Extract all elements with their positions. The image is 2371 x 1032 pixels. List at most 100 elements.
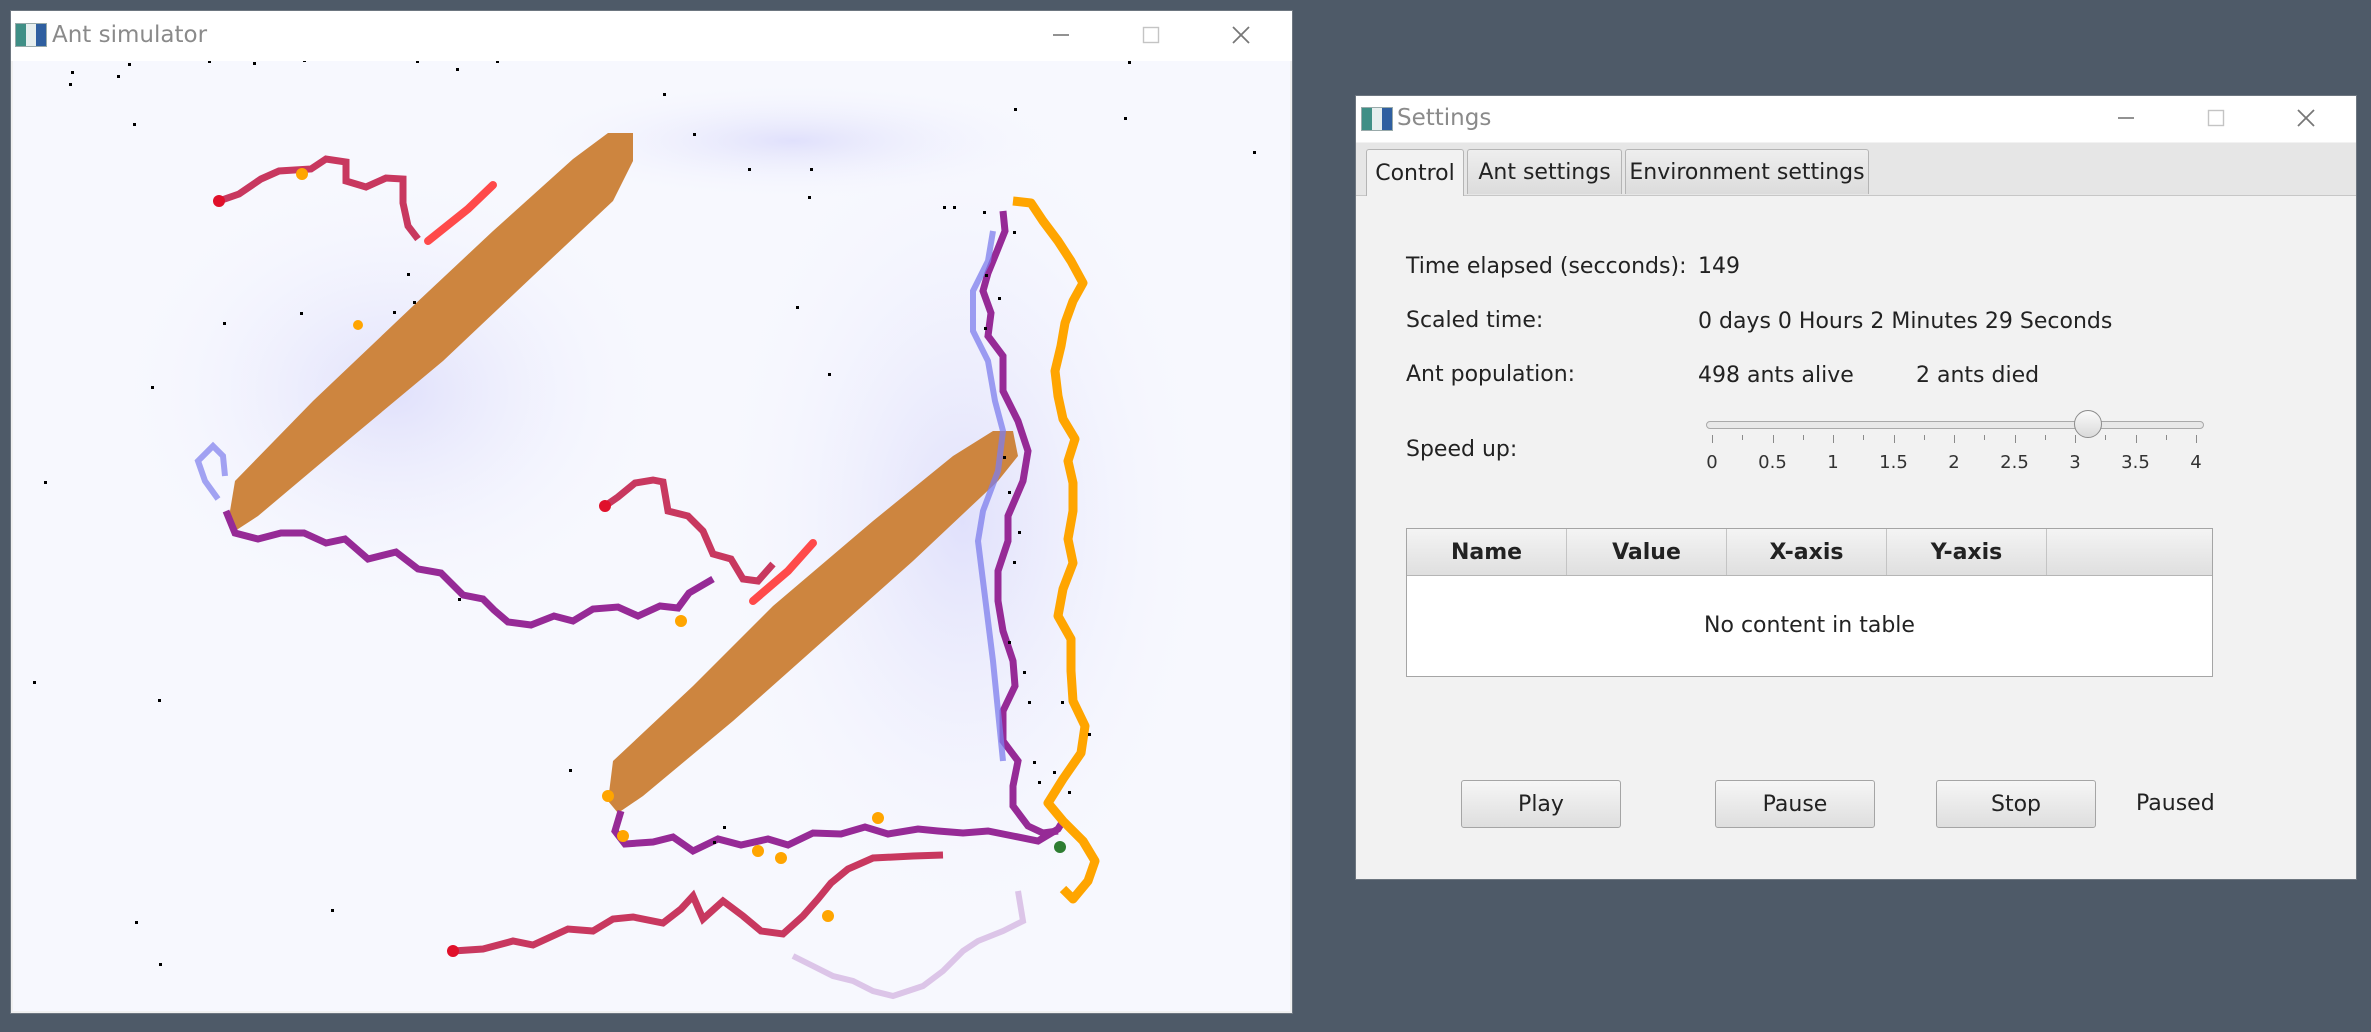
ant	[44, 481, 47, 484]
close-icon[interactable]	[2271, 98, 2341, 138]
ant	[796, 306, 799, 309]
table-placeholder: No content in table	[1704, 612, 1915, 638]
scaled-time-label: Scaled time:	[1406, 308, 1544, 333]
ant	[303, 61, 306, 62]
slider-tick-label: 2.5	[2000, 452, 2029, 473]
ant	[1008, 491, 1011, 494]
ant	[300, 312, 303, 315]
time-elapsed-value: 149	[1698, 254, 1740, 279]
slider-tick	[1984, 435, 1986, 440]
ant	[1053, 771, 1056, 774]
simulation-canvas[interactable]	[13, 61, 1290, 1011]
ant	[253, 62, 256, 65]
slider-tick	[1833, 435, 1834, 443]
slider-tick	[1954, 435, 1955, 443]
stop-button[interactable]: Stop	[1936, 780, 2096, 828]
ant	[1008, 641, 1011, 644]
slider-tick	[2135, 435, 2137, 443]
ant	[1088, 733, 1091, 736]
slider-tick	[2075, 435, 2076, 443]
ant	[985, 274, 988, 277]
minimize-icon[interactable]	[1026, 15, 1096, 55]
slider-tick-label: 2	[1948, 452, 1960, 473]
minimize-icon[interactable]	[2091, 98, 2161, 138]
ant-returning	[447, 945, 459, 957]
ant	[1128, 61, 1131, 64]
ant	[159, 963, 162, 966]
ant	[223, 322, 226, 325]
ant-returning	[599, 500, 611, 512]
slider-track[interactable]	[1706, 421, 2204, 429]
slider-tick-label: 3	[2069, 452, 2081, 473]
ant	[1124, 117, 1127, 120]
tab-control[interactable]: Control	[1366, 149, 1464, 196]
ant	[808, 196, 811, 199]
settings-titlebar[interactable]: Settings	[1356, 96, 2356, 142]
ant	[151, 386, 154, 389]
column-header-name[interactable]: Name	[1407, 529, 1567, 575]
ant-carrying-food	[872, 812, 884, 824]
ant-carrying-food	[296, 168, 308, 180]
speed-up-label: Speed up:	[1406, 437, 1518, 462]
ant-carrying-food	[675, 615, 687, 627]
ant-carrying-food	[752, 845, 764, 857]
ant	[1028, 701, 1031, 704]
ant	[1018, 531, 1021, 534]
tab-environment-settings[interactable]: Environment settings	[1625, 149, 1869, 194]
ant	[1013, 231, 1016, 234]
window-title: Settings	[1397, 105, 1492, 131]
slider-tick	[2196, 435, 2197, 443]
ant	[1038, 781, 1041, 784]
data-table[interactable]: Name Value X-axis Y-axis No content in t…	[1406, 528, 2213, 677]
ant	[983, 211, 986, 214]
ant	[998, 297, 1001, 300]
ant	[133, 123, 136, 126]
column-header-y-axis[interactable]: Y-axis	[1887, 529, 2047, 575]
app-icon	[15, 23, 47, 47]
slider-tick	[1712, 435, 1713, 443]
pheromone-haze	[703, 91, 1223, 951]
settings-window: Settings Control Ant settings Environmen…	[1356, 96, 2356, 879]
column-header-x-axis[interactable]: X-axis	[1727, 529, 1887, 575]
ant	[208, 61, 211, 63]
ant	[456, 68, 459, 71]
ant-carrying-food	[822, 910, 834, 922]
window-title: Ant simulator	[52, 22, 208, 48]
pause-button[interactable]: Pause	[1715, 780, 1875, 828]
tab-ant-settings[interactable]: Ant settings	[1467, 149, 1622, 194]
column-header-value[interactable]: Value	[1567, 529, 1727, 575]
ant-window-titlebar[interactable]: Ant simulator	[11, 11, 1292, 61]
ant	[663, 93, 666, 96]
ant	[71, 71, 74, 74]
ant	[393, 311, 396, 314]
slider-tick-label: 0	[1706, 452, 1718, 473]
tab-bar: Control Ant settings Environment setting…	[1356, 143, 2356, 196]
ant	[1061, 701, 1064, 704]
ant-returning	[213, 195, 225, 207]
slider-tick-label: 3.5	[2121, 452, 2150, 473]
slider-tick	[2044, 435, 2046, 440]
maximize-icon[interactable]	[2181, 98, 2251, 138]
ant	[413, 301, 416, 304]
ant	[458, 598, 461, 601]
ant	[723, 826, 726, 829]
slider-tick	[2014, 435, 2016, 443]
ant	[407, 273, 410, 276]
ant	[1253, 151, 1256, 154]
ant	[1013, 561, 1016, 564]
slider-tick	[1772, 435, 1774, 443]
ant	[416, 61, 419, 63]
slider-tick	[2165, 435, 2167, 440]
close-icon[interactable]	[1206, 15, 1276, 55]
table-header: Name Value X-axis Y-axis	[1407, 529, 2212, 576]
ant	[331, 909, 334, 912]
slider-tick-label: 1.5	[1879, 452, 1908, 473]
time-elapsed-label: Time elapsed (secconds):	[1406, 254, 1687, 279]
ant-carrying-food	[353, 320, 363, 330]
play-button[interactable]: Play	[1461, 780, 1621, 828]
maximize-icon[interactable]	[1116, 15, 1186, 55]
ant	[496, 61, 499, 63]
ant-nest	[1054, 841, 1066, 853]
ant	[135, 921, 138, 924]
slider-thumb[interactable]	[2074, 410, 2103, 438]
